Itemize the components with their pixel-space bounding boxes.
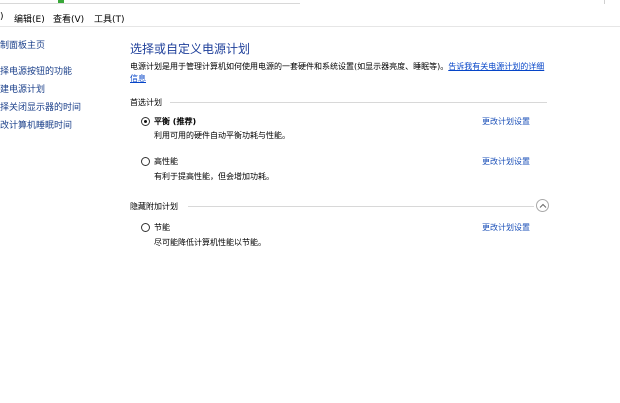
menu-bar: ) 编辑(E) 查看(V) 工具(T) — [0, 8, 620, 26]
plan-balanced-description: 利用可用的硬件自动平衡功耗与性能。 — [154, 131, 290, 140]
page-description: 电源计划是用于管理计算机如何使用电源的一套硬件和系统设置(如显示器亮度、睡眠等)… — [130, 61, 550, 85]
plan-high-performance-name[interactable]: 高性能 — [154, 156, 178, 167]
plan-power-saver-name[interactable]: 节能 — [154, 222, 170, 233]
preferred-plans-label: 首选计划 — [130, 98, 162, 107]
plan-balanced-name[interactable]: 平衡 (推荐) — [154, 116, 196, 127]
sidebar-item-create-plan[interactable]: 建电源计划 — [0, 82, 45, 95]
plan-balanced-radio[interactable] — [141, 117, 150, 126]
address-bar-strip — [0, 0, 620, 4]
sidebar-item-sleep-time[interactable]: 改计算机睡眠时间 — [0, 118, 72, 131]
sidebar-item-display-off[interactable]: 择关闭显示器的时间 — [0, 100, 81, 113]
plan-power-saver-radio[interactable] — [141, 223, 150, 232]
hidden-plans-divider — [188, 206, 534, 207]
address-field[interactable] — [0, 0, 300, 4]
menu-separator — [0, 26, 620, 27]
plan-balanced-change-settings-link[interactable]: 更改计划设置 — [482, 116, 530, 127]
preferred-plans-divider — [170, 102, 547, 103]
plan-power-saver-change-settings-link[interactable]: 更改计划设置 — [482, 222, 530, 233]
plan-high-performance-description: 有利于提高性能，但会增加功耗。 — [154, 172, 274, 181]
address-icon — [58, 0, 64, 3]
plan-high-performance-change-settings-link[interactable]: 更改计划设置 — [482, 156, 530, 167]
hidden-plans-label: 隐藏附加计划 — [130, 202, 178, 211]
menu-tools[interactable]: 工具(T) — [94, 12, 125, 25]
collapse-hidden-plans-button[interactable] — [536, 199, 549, 212]
menu-view[interactable]: 查看(V) — [53, 12, 84, 25]
sidebar-item-control-panel-home[interactable]: 制面板主页 — [0, 38, 45, 51]
menu-edit[interactable]: 编辑(E) — [14, 12, 45, 25]
description-text: 电源计划是用于管理计算机如何使用电源的一套硬件和系统设置(如显示器亮度、睡眠等)… — [130, 62, 449, 71]
divider — [604, 0, 605, 4]
sidebar-item-power-buttons[interactable]: 择电源按钮的功能 — [0, 64, 72, 77]
chevron-up-icon — [539, 203, 547, 208]
plan-high-performance-radio[interactable] — [141, 157, 150, 166]
plan-power-saver-description: 尽可能降低计算机性能以节能。 — [154, 238, 266, 247]
menu-view-partial[interactable]: ) — [0, 12, 4, 22]
page-title: 选择或自定义电源计划 — [130, 42, 251, 56]
